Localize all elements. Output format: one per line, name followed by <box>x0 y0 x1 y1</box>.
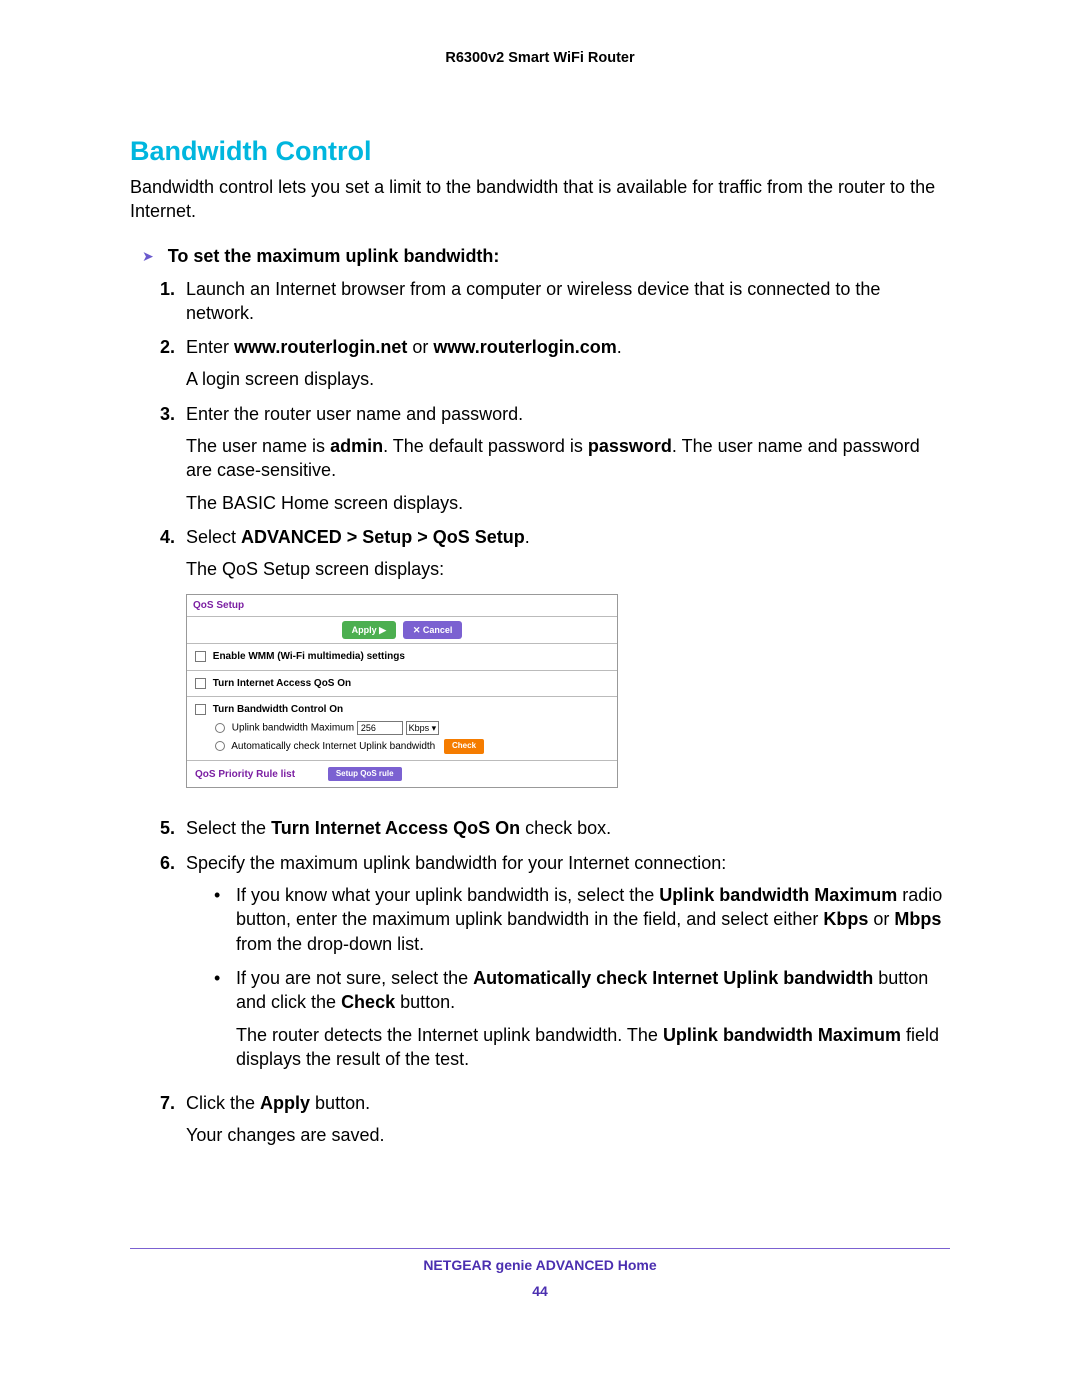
step-list: 1. Launch an Internet browser from a com… <box>160 277 950 1148</box>
text: The user name is <box>186 436 330 456</box>
qos-panel-title: QoS Setup <box>187 595 617 618</box>
step-body: Click the Apply button. Your changes are… <box>186 1091 950 1148</box>
step-number: 1. <box>160 277 186 326</box>
bold-text: Check <box>341 992 395 1012</box>
step-number: 4. <box>160 525 186 806</box>
bullet-body: If you know what your uplink bandwidth i… <box>236 883 950 956</box>
step-number: 5. <box>160 816 186 840</box>
checkbox-label: Turn Internet Access QoS On <box>213 678 351 689</box>
qos-screenshot: QoS Setup Apply ▶ ✕ Cancel Enable WMM (W… <box>186 594 618 789</box>
bold-text: ADVANCED > Setup > QoS Setup <box>241 527 525 547</box>
step-number: 7. <box>160 1091 186 1148</box>
doc-header: R6300v2 Smart WiFi Router <box>130 50 950 66</box>
bold-text: www.routerlogin.com <box>433 337 616 357</box>
check-button[interactable]: Check <box>444 739 484 754</box>
bold-text: admin <box>330 436 383 456</box>
qos-row-rules: QoS Priority Rule list Setup QoS rule <box>187 761 617 788</box>
task-arrow-icon: ➤ <box>142 248 154 265</box>
qos-row-bandwidth: Turn Bandwidth Control On Uplink bandwid… <box>187 697 617 760</box>
checkbox-icon[interactable] <box>195 651 206 662</box>
page-number: 44 <box>130 1283 950 1299</box>
bold-text: www.routerlogin.net <box>234 337 407 357</box>
text: or <box>407 337 433 357</box>
step-body: Enter the router user name and password.… <box>186 402 950 515</box>
apply-button[interactable]: Apply ▶ <box>342 621 396 639</box>
radio-label: Automatically check Internet Uplink band… <box>231 741 435 752</box>
section-title: Bandwidth Control <box>130 136 950 167</box>
qos-row-internet-access: Turn Internet Access QoS On <box>187 671 617 698</box>
text: check box. <box>520 818 611 838</box>
intro-paragraph: Bandwidth control lets you set a limit t… <box>130 175 950 224</box>
step-number: 2. <box>160 335 186 392</box>
uplink-max-input[interactable]: 256 <box>357 721 403 735</box>
bold-text: Uplink bandwidth Maximum <box>663 1025 901 1045</box>
bullet-body: If you are not sure, select the Automati… <box>236 966 950 1071</box>
text: The router detects the Internet uplink b… <box>236 1025 663 1045</box>
footer-text: NETGEAR genie ADVANCED Home <box>130 1257 950 1273</box>
radio-icon[interactable] <box>215 723 225 733</box>
step-number: 3. <box>160 402 186 515</box>
text: If you are not sure, select the <box>236 968 473 988</box>
step-body: Enter www.routerlogin.net or www.routerl… <box>186 335 950 392</box>
task-title: To set the maximum uplink bandwidth: <box>168 246 500 267</box>
bold-text: Mbps <box>894 909 941 929</box>
radio-label: Uplink bandwidth Maximum <box>232 722 354 733</box>
step-body: Launch an Internet browser from a comput… <box>186 277 950 326</box>
text: Select <box>186 527 241 547</box>
text: If you know what your uplink bandwidth i… <box>236 885 659 905</box>
step-body: Select ADVANCED > Setup > QoS Setup. The… <box>186 525 950 806</box>
step-body: Specify the maximum uplink bandwidth for… <box>186 851 950 1081</box>
text: or <box>868 909 894 929</box>
step-number: 6. <box>160 851 186 1081</box>
text: button. <box>310 1093 370 1113</box>
checkbox-icon[interactable] <box>195 678 206 689</box>
step-sub: The BASIC Home screen displays. <box>186 491 950 515</box>
checkbox-icon[interactable] <box>195 704 206 715</box>
footer-rule <box>130 1248 950 1249</box>
text: Specify the maximum uplink bandwidth for… <box>186 853 726 873</box>
bullet-list: If you know what your uplink bandwidth i… <box>214 883 950 1071</box>
qos-row-wmm: Enable WMM (Wi-Fi multimedia) settings <box>187 644 617 671</box>
text: . The default password is <box>383 436 588 456</box>
text: button. <box>395 992 455 1012</box>
setup-qos-rule-button[interactable]: Setup QoS rule <box>328 767 402 782</box>
bold-text: Kbps <box>823 909 868 929</box>
radio-icon[interactable] <box>215 741 225 751</box>
text: from the drop-down list. <box>236 934 424 954</box>
step-sub: The QoS Setup screen displays: <box>186 557 950 581</box>
bold-text: Apply <box>260 1093 310 1113</box>
cancel-button[interactable]: ✕ Cancel <box>403 621 463 639</box>
checkbox-label: Turn Bandwidth Control On <box>213 704 343 715</box>
text: Select the <box>186 818 271 838</box>
uplink-unit-select[interactable]: Kbps ▾ <box>406 721 440 735</box>
text: Enter <box>186 337 234 357</box>
text: Enter the router user name and password. <box>186 404 523 424</box>
step-sub: A login screen displays. <box>186 367 950 391</box>
bullet-sub: The router detects the Internet uplink b… <box>236 1023 950 1072</box>
step-sub: The user name is admin. The default pass… <box>186 434 950 483</box>
bold-text: Turn Internet Access QoS On <box>271 818 520 838</box>
bold-text: Uplink bandwidth Maximum <box>659 885 897 905</box>
text: . <box>617 337 622 357</box>
step-body: Select the Turn Internet Access QoS On c… <box>186 816 950 840</box>
bold-text: password <box>588 436 672 456</box>
text: Click the <box>186 1093 260 1113</box>
checkbox-label: Enable WMM (Wi-Fi multimedia) settings <box>213 651 405 662</box>
rule-list-label: QoS Priority Rule list <box>195 769 295 780</box>
text: . <box>525 527 530 547</box>
step-sub: Your changes are saved. <box>186 1123 950 1147</box>
bold-text: Automatically check Internet Uplink band… <box>473 968 873 988</box>
